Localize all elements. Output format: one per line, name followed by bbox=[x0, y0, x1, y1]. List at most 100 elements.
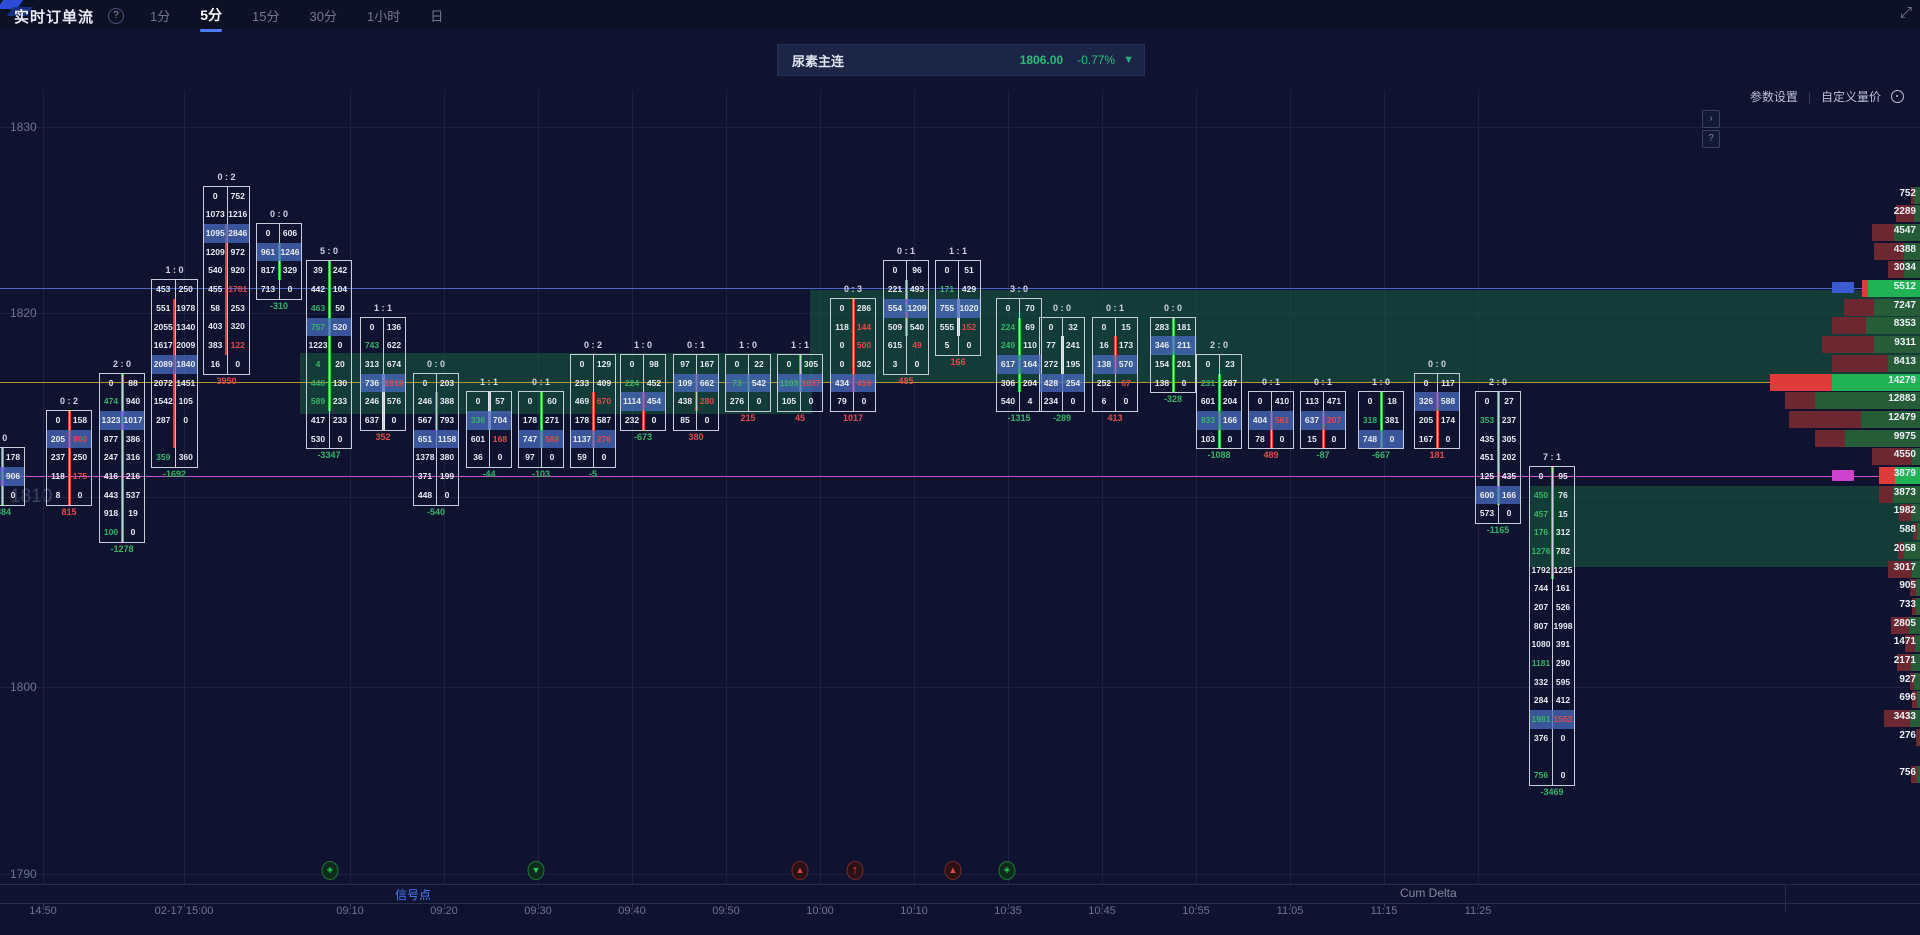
signal-marker[interactable]: ◈ bbox=[322, 861, 339, 880]
ask-volume-cell: 211 bbox=[1173, 336, 1195, 355]
bid-volume-cell: 207 bbox=[1530, 598, 1552, 617]
bid-volume-cell: 1095 bbox=[204, 224, 227, 243]
bid-volume-cell: 3 bbox=[884, 355, 906, 374]
ask-volume-cell: 452 bbox=[643, 374, 665, 393]
bid-volume-cell: 0 bbox=[519, 392, 541, 411]
volume-value: 4550 bbox=[1894, 449, 1916, 460]
volume-value: 3433 bbox=[1894, 711, 1916, 722]
tab-interval-3[interactable]: 30分 bbox=[308, 0, 339, 31]
bid-volume-cell: 234 bbox=[1040, 392, 1062, 411]
signal-marker[interactable]: ◈ bbox=[999, 861, 1016, 880]
page-title: 实时订单流 bbox=[14, 6, 94, 27]
time-axis-label: 11:05 bbox=[1277, 905, 1304, 917]
symbol-selector[interactable]: 尿素主连 1806.00 -0.77% ▼ bbox=[777, 44, 1145, 76]
signal-pane-label[interactable]: 信号点 bbox=[395, 886, 431, 903]
collapse-expand-icon[interactable]: ⤢ bbox=[1900, 4, 1912, 21]
ask-volume-cell: 520 bbox=[329, 318, 351, 337]
bid-volume-cell: 232 bbox=[621, 411, 643, 430]
candle-delta-footer: -5 bbox=[561, 469, 625, 479]
bid-volume-cell: 118 bbox=[831, 318, 853, 337]
panel-collapse-button[interactable]: › bbox=[1702, 110, 1720, 128]
price-axis-label: 1790 bbox=[10, 867, 37, 881]
bid-volume-cell: 97 bbox=[674, 355, 696, 374]
ask-volume-cell: 237 bbox=[1498, 411, 1520, 430]
bid-volume-cell: 0 bbox=[1476, 392, 1498, 411]
help-icon[interactable]: ? bbox=[108, 8, 124, 24]
ask-volume-cell: 391 bbox=[1552, 635, 1574, 654]
volume-value: 2058 bbox=[1894, 543, 1916, 554]
ask-volume-cell: 287 bbox=[1219, 374, 1241, 393]
ask-volume-cell: 1216 bbox=[227, 205, 250, 224]
target-circle-icon[interactable] bbox=[1891, 90, 1904, 103]
ask-volume-cell: 320 bbox=[227, 317, 250, 336]
volume-value: 3873 bbox=[1894, 487, 1916, 498]
ask-volume-cell: 1019 bbox=[383, 374, 405, 393]
bid-volume-cell: 448 bbox=[414, 486, 436, 505]
cum-delta-pane-label[interactable]: Cum Delta bbox=[1400, 886, 1457, 900]
bid-volume-cell: 237 bbox=[47, 448, 69, 467]
ask-volume-cell: 302 bbox=[853, 355, 875, 374]
signal-marker[interactable]: ▲ bbox=[945, 861, 962, 880]
tab-interval-5[interactable]: 日 bbox=[428, 0, 445, 31]
param-settings-button[interactable]: 参数设置 bbox=[1750, 88, 1798, 105]
tab-interval-1[interactable]: 5分 bbox=[198, 0, 224, 31]
tab-interval-0[interactable]: 1分 bbox=[148, 0, 172, 31]
bid-volume-cell: 2072 bbox=[152, 374, 175, 393]
signal-marker[interactable]: ▼ bbox=[528, 861, 545, 880]
bid-volume-cell: 224 bbox=[621, 374, 643, 393]
bid-volume-cell: 221 bbox=[884, 280, 906, 299]
ask-volume-cell: 49 bbox=[906, 336, 928, 355]
volume-value: 3879 bbox=[1894, 468, 1916, 479]
tab-interval-2[interactable]: 15分 bbox=[250, 0, 281, 31]
ask-volume-cell: 588 bbox=[1437, 392, 1459, 411]
bid-volume-cell: 600 bbox=[1476, 486, 1498, 505]
ask-volume-cell: 500 bbox=[853, 336, 875, 355]
volume-profile-row: 733 bbox=[1874, 598, 1920, 615]
signal-marker[interactable]: ▲ bbox=[792, 861, 809, 880]
signal-marker[interactable]: ↑ bbox=[847, 861, 864, 880]
ask-volume-cell: 166 bbox=[1219, 411, 1241, 430]
volume-profile-row: 12883 bbox=[1785, 392, 1920, 409]
bid-volume-cell: 8 bbox=[47, 486, 69, 505]
volume-value: 3017 bbox=[1894, 562, 1916, 573]
time-axis-label: 10:55 bbox=[1182, 905, 1210, 917]
imbalance-count-header: 2 : 0 bbox=[1475, 377, 1521, 387]
bid-volume-cell: 118 bbox=[47, 467, 69, 486]
candle-delta-footer: 181 bbox=[1405, 450, 1469, 460]
ask-volume-cell: 207 bbox=[1323, 411, 1345, 430]
pane-vertical-divider bbox=[1785, 884, 1786, 912]
ask-volume-cell: 152 bbox=[958, 318, 980, 337]
ask-volume-cell: 576 bbox=[383, 392, 405, 411]
ask-volume-cell: 88 bbox=[122, 374, 144, 393]
ask-volume-cell: 800 bbox=[69, 430, 91, 449]
ask-volume-cell: 195 bbox=[1062, 355, 1084, 374]
volume-profile-row: 4550 bbox=[1872, 448, 1920, 465]
volume-value: 9311 bbox=[1894, 337, 1916, 348]
custom-volume-button[interactable]: 自定义量价 bbox=[1821, 88, 1881, 105]
imbalance-count-header: 1 : 1 bbox=[360, 303, 406, 313]
bid-volume-cell: 376 bbox=[1530, 729, 1552, 748]
time-axis-label: 10:00 bbox=[806, 905, 834, 917]
volume-profile-row: 905 bbox=[1874, 579, 1920, 596]
ask-volume-cell: 96 bbox=[906, 261, 928, 280]
tab-interval-4[interactable]: 1小时 bbox=[365, 0, 402, 31]
volume-value: 12479 bbox=[1888, 412, 1916, 423]
time-axis-label: 09:50 bbox=[712, 905, 740, 917]
ask-volume-cell: 98 bbox=[643, 355, 665, 374]
volume-value: 14279 bbox=[1888, 375, 1916, 386]
ask-volume-cell: 286 bbox=[853, 299, 875, 318]
orderflow-chart-area[interactable]: 1830182018101800179014:5002-17 15:0009:1… bbox=[0, 0, 1920, 935]
ask-volume-cell: 276 bbox=[593, 430, 615, 449]
ask-volume-cell: 0 bbox=[906, 355, 928, 374]
ask-volume-cell: 178 bbox=[2, 448, 24, 467]
ask-volume-cell: 0 bbox=[593, 448, 615, 467]
time-gridline bbox=[726, 90, 727, 884]
panel-help-button[interactable]: ? bbox=[1702, 130, 1720, 148]
volume-profile-row: 3017 bbox=[1874, 561, 1920, 578]
imbalance-count-header: : 0 bbox=[0, 433, 25, 443]
bid-volume-cell bbox=[152, 430, 175, 449]
bid-volume-cell: 0 bbox=[936, 261, 958, 280]
ask-volume-cell: 561 bbox=[1271, 411, 1293, 430]
ask-volume-cell: 0 bbox=[279, 280, 301, 299]
bid-volume-cell: 252 bbox=[1093, 374, 1115, 393]
